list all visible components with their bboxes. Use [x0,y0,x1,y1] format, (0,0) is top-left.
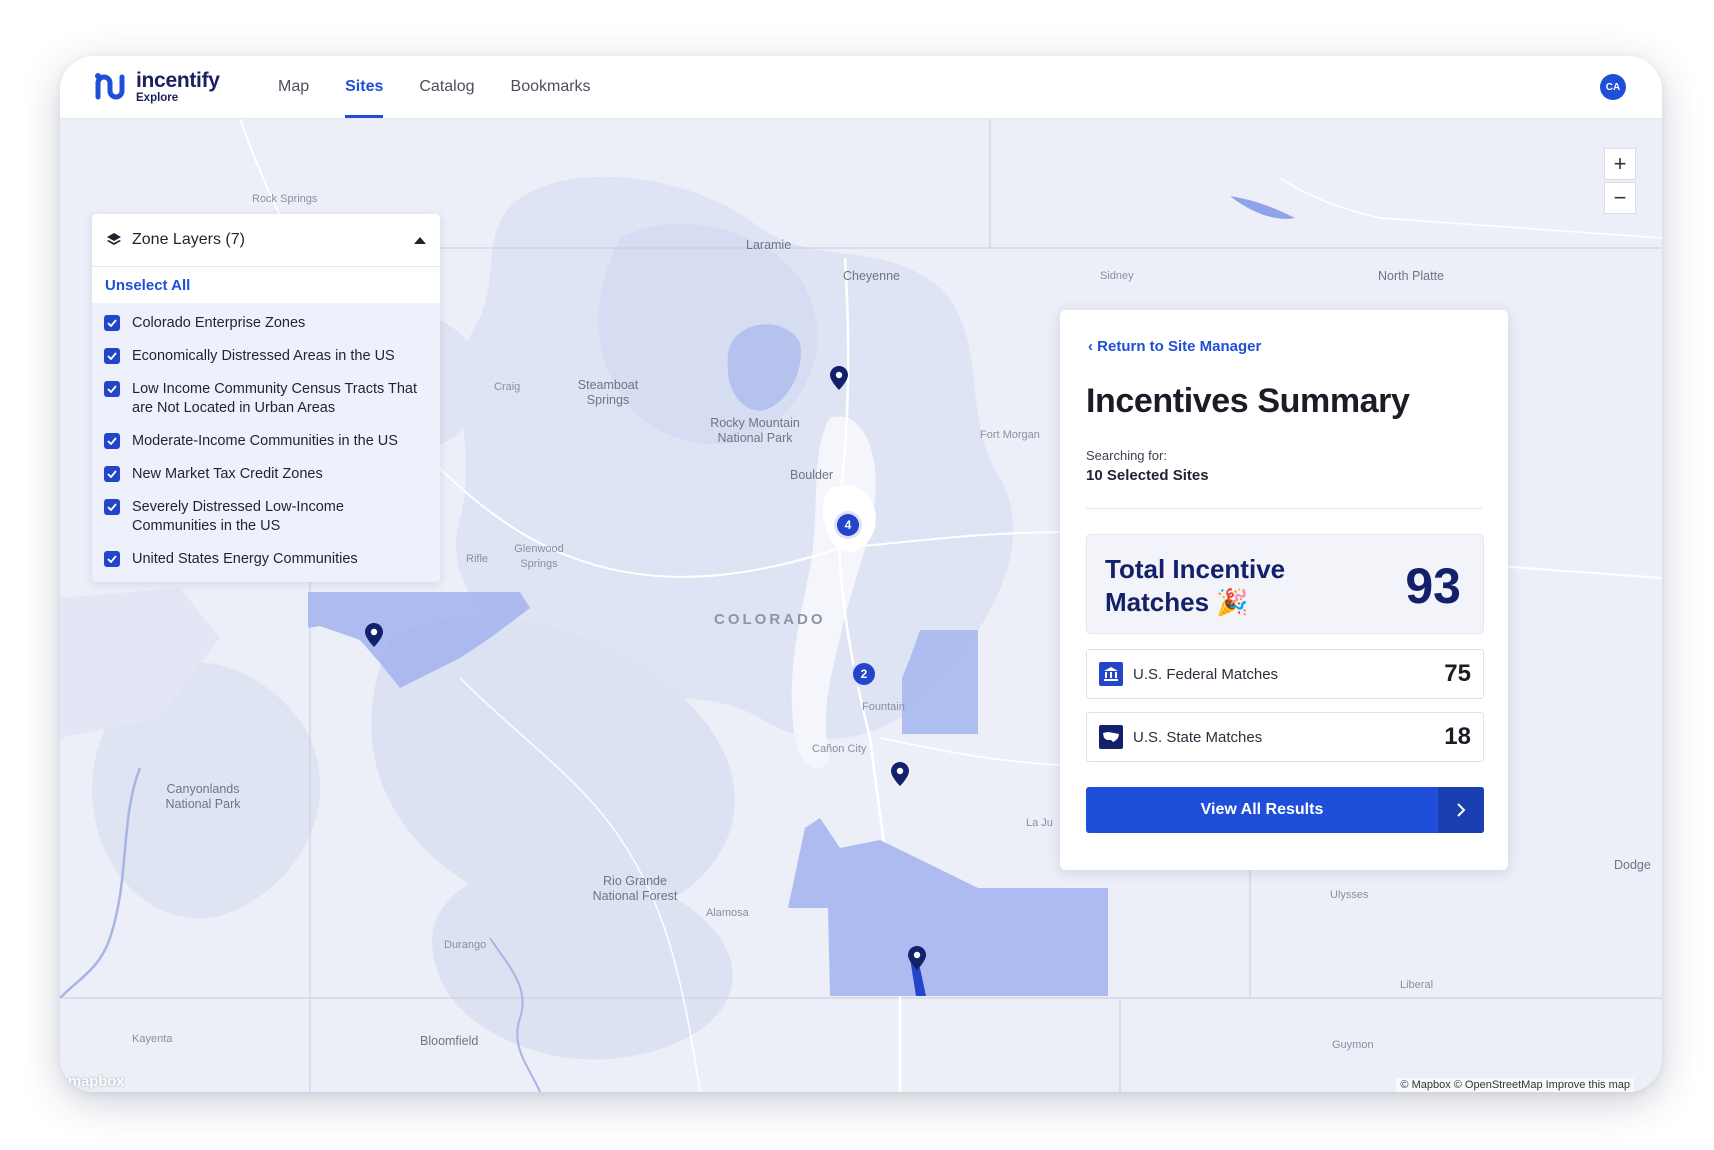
unselect-all-link[interactable]: Unselect All [92,267,440,303]
total-matches-label: Total Incentive Matches 🎉 [1105,554,1286,617]
label-rio-grande-nf: Rio Grande National Forest [592,874,678,903]
us-map-icon [1099,725,1123,749]
checkbox-checked-icon[interactable] [104,381,120,397]
searching-value: 10 Selected Sites [1086,467,1209,484]
federal-matches-value: 75 [1444,660,1471,687]
label-canyonlands-np: Canyonlands National Park [165,782,241,811]
site-cluster[interactable]: 2 [850,660,878,688]
checkbox-checked-icon[interactable] [104,499,120,515]
zone-layers-header[interactable]: Zone Layers (7) [92,214,440,267]
label-kayenta: Kayenta [132,1033,173,1045]
brand-logo[interactable]: incentify Explore [90,66,220,108]
label-north-platte: North Platte [1378,269,1445,283]
label-colorado: COLORADO [714,611,826,628]
view-all-results-label: View All Results [1200,801,1324,818]
layer-item-colorado-enterprise-zones[interactable]: Colorado Enterprise Zones [92,307,440,340]
zone-layer-list: Colorado Enterprise Zones Economically D… [92,303,440,582]
label-laramie: Laramie [746,238,792,252]
label-durango: Durango [444,939,487,951]
label-fort-morgan: Fort Morgan [980,429,1040,441]
zoom-in-button[interactable]: + [1604,148,1636,180]
state-matches-value: 18 [1444,723,1471,750]
map-attribution[interactable]: © Mapbox © OpenStreetMap Improve this ma… [1396,1078,1634,1092]
layer-item-label: Moderate-Income Communities in the US [132,433,398,449]
label-glenwood-springs: Glenwood Springs [514,543,564,570]
layer-item-economically-distressed[interactable]: Economically Distressed Areas in the US [92,340,440,373]
label-la-junta: La Ju [1026,817,1053,829]
label-fountain: Fountain [862,701,905,713]
summary-title: Incentives Summary [1086,382,1410,420]
layer-item-energy-communities[interactable]: United States Energy Communities [92,543,440,576]
return-to-site-manager-link[interactable]: ‹ Return to Site Manager [1088,338,1261,355]
label-steamboat-springs: Steamboat Springs [577,378,639,407]
label-liberal: Liberal [1400,979,1434,991]
state-matches-label: U.S. State Matches [1133,728,1263,746]
main-nav: Map Sites Catalog Bookmarks [260,56,609,118]
state-matches-row[interactable]: U.S. State Matches 18 [1086,712,1484,762]
federal-matches-row[interactable]: U.S. Federal Matches 75 [1086,649,1484,699]
label-ulysses: Ulysses [1330,889,1369,901]
zoom-out-button[interactable]: − [1604,182,1636,214]
user-avatar[interactable]: CA [1600,74,1626,100]
chevron-right-icon[interactable] [1438,787,1484,833]
map-canvas[interactable]: Rock Springs Laramie Cheyenne Sidney Nor… [60,118,1662,1092]
label-rifle: Rifle [466,553,489,565]
tab-bookmarks[interactable]: Bookmarks [493,56,609,118]
site-pin-icon[interactable] [908,946,926,970]
searching-label: Searching for: [1086,448,1167,463]
label-craig: Craig [494,381,521,393]
site-pin-icon[interactable] [830,366,848,390]
federal-building-icon [1099,662,1123,686]
total-matches-card: Total Incentive Matches 🎉 93 [1086,534,1484,634]
label-canon-city: Cañon City [812,743,867,755]
mapbox-logo[interactable]: mapbox [68,1073,125,1090]
collapse-caret-icon[interactable] [414,236,426,244]
site-pin-icon[interactable] [891,762,909,786]
layer-item-moderate-income[interactable]: Moderate-Income Communities in the US [92,425,440,458]
layer-item-label: Colorado Enterprise Zones [132,315,306,331]
checkbox-checked-icon[interactable] [104,315,120,331]
site-cluster[interactable]: 4 [834,511,862,539]
layer-item-label: Low Income Community Census Tracts That … [132,381,418,416]
summary-divider [1086,508,1482,509]
zone-layers-title: Zone Layers (7) [132,231,245,248]
tab-catalog[interactable]: Catalog [401,56,492,118]
zone-layers-panel: Zone Layers (7) Unselect All Colorado En… [92,214,440,582]
checkbox-checked-icon[interactable] [104,551,120,567]
label-cheyenne: Cheyenne [843,269,900,283]
layer-item-low-income-census-tracts[interactable]: Low Income Community Census Tracts That … [92,373,440,425]
top-navbar: incentify Explore Map Sites Catalog Book… [60,56,1662,119]
brand-name: incentify [136,68,220,92]
incentify-logo-icon [95,73,125,100]
layers-icon [107,233,121,245]
tab-sites[interactable]: Sites [327,56,401,118]
incentives-summary-panel: ‹ Return to Site Manager Incentives Summ… [1060,310,1508,870]
view-all-results-button[interactable]: View All Results [1086,787,1484,833]
return-link-label: Return to Site Manager [1097,338,1262,355]
label-guymon: Guymon [1332,1039,1374,1051]
checkbox-checked-icon[interactable] [104,466,120,482]
checkbox-checked-icon[interactable] [104,348,120,364]
label-rock-springs: Rock Springs [252,193,318,205]
label-bloomfield: Bloomfield [420,1034,479,1048]
layer-item-severely-distressed[interactable]: Severely Distressed Low-Income Communiti… [92,491,440,543]
total-matches-value: 93 [1405,558,1461,614]
layer-item-label: Economically Distressed Areas in the US [132,348,395,364]
label-rocky-mountain-np: Rocky Mountain National Park [710,416,800,445]
brand-subtitle: Explore [136,91,179,104]
layer-item-label: Severely Distressed Low-Income Communiti… [132,499,344,534]
layer-item-label: United States Energy Communities [132,551,358,567]
layer-item-new-market-tax-credit[interactable]: New Market Tax Credit Zones [92,458,440,491]
label-boulder: Boulder [790,468,834,482]
label-dodge: Dodge [1614,858,1651,872]
federal-matches-label: U.S. Federal Matches [1133,665,1279,683]
tab-map[interactable]: Map [260,56,327,118]
app-window: incentify Explore Map Sites Catalog Book… [60,56,1662,1092]
layer-item-label: New Market Tax Credit Zones [132,466,323,482]
checkbox-checked-icon[interactable] [104,433,120,449]
site-pin-icon[interactable] [365,623,383,647]
label-alamosa: Alamosa [706,907,749,919]
label-sidney: Sidney [1100,270,1134,282]
chevron-left-icon: ‹ [1088,338,1098,355]
